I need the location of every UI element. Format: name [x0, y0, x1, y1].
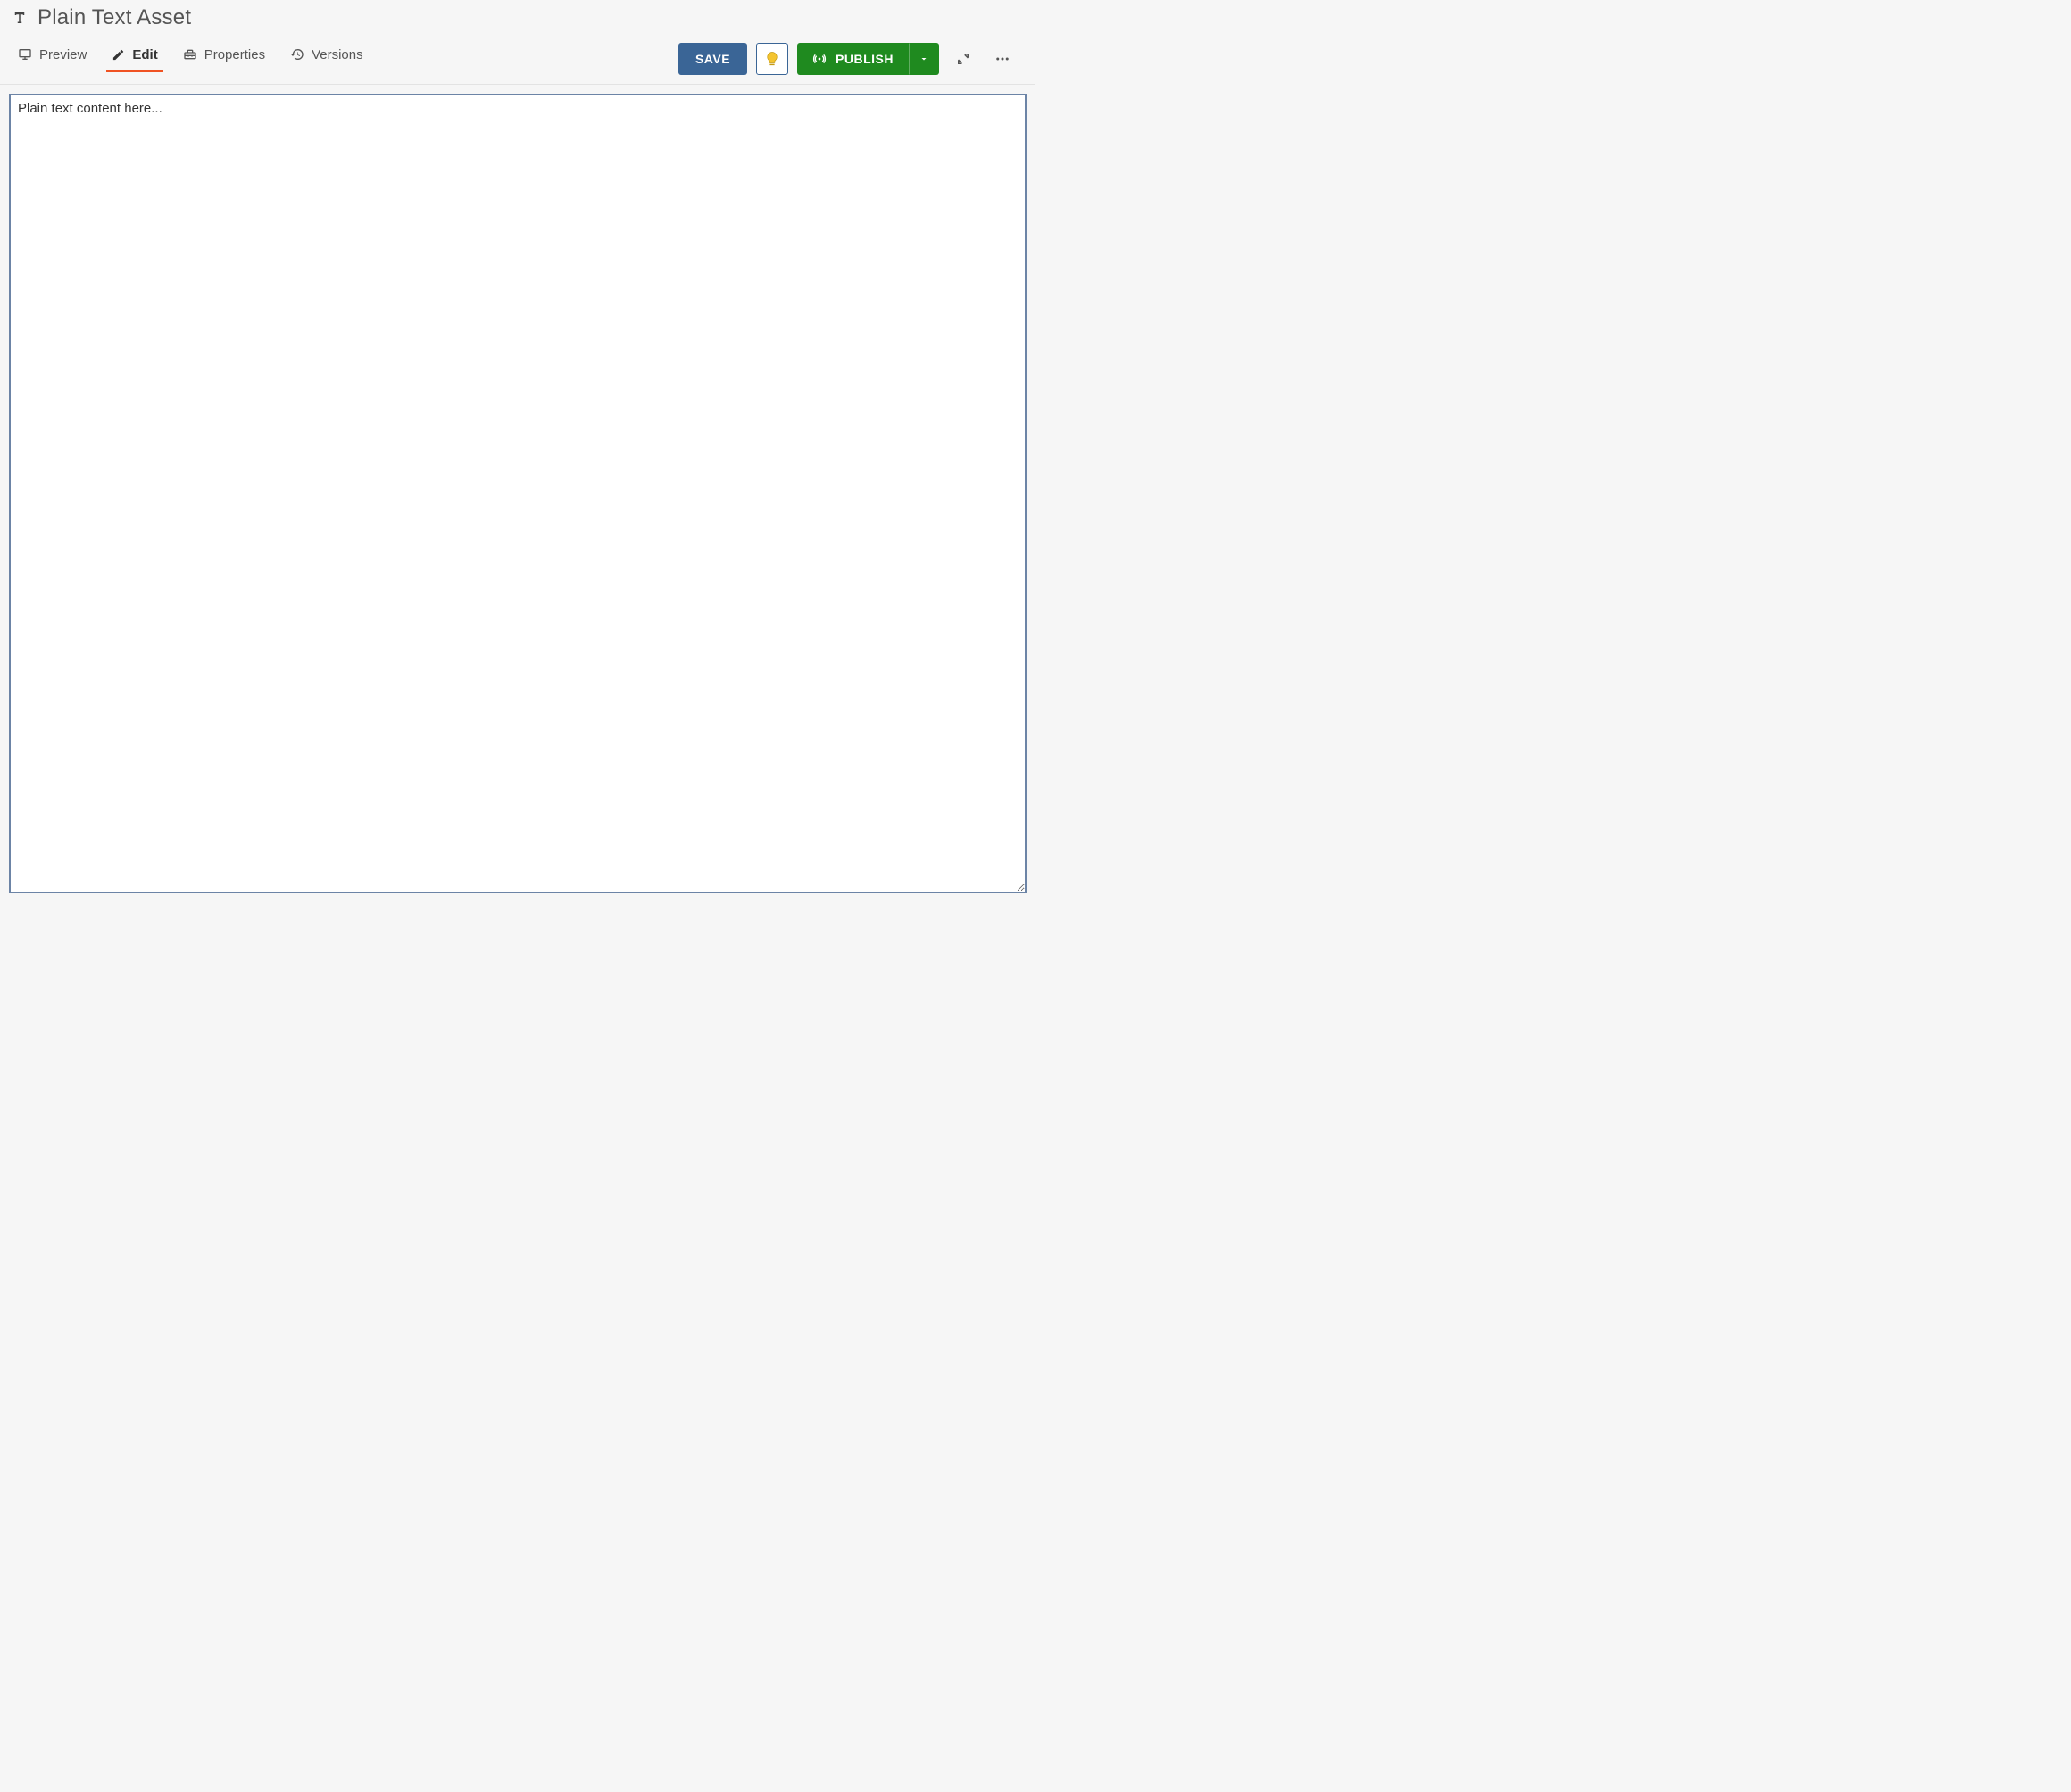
expand-icon — [955, 51, 971, 67]
tab-label: Versions — [312, 47, 363, 62]
chevron-down-icon — [919, 54, 929, 64]
page-title: Plain Text Asset — [37, 5, 191, 30]
publish-button[interactable]: PUBLISH — [797, 43, 909, 75]
monitor-icon — [18, 47, 32, 62]
publish-dropdown-button[interactable] — [909, 43, 939, 75]
toolbar: Preview Edit Properties Versions — [0, 30, 1036, 85]
tab-label: Properties — [204, 47, 265, 62]
lightbulb-icon — [764, 51, 780, 67]
toolbar-actions: SAVE PUBLISH — [678, 43, 1018, 75]
editor-container — [0, 85, 1036, 907]
tab-bar: Preview Edit Properties Versions — [18, 47, 363, 71]
tab-preview[interactable]: Preview — [18, 47, 87, 71]
history-icon — [290, 47, 304, 62]
save-button-label: SAVE — [695, 52, 730, 66]
publish-button-group: PUBLISH — [797, 43, 939, 75]
publish-button-label: PUBLISH — [836, 52, 894, 66]
title-bar: Plain Text Asset — [0, 0, 1036, 30]
text-type-icon — [11, 10, 29, 26]
pencil-icon — [112, 48, 125, 62]
tab-properties[interactable]: Properties — [183, 47, 265, 71]
save-button[interactable]: SAVE — [678, 43, 747, 75]
tab-label: Preview — [39, 47, 87, 62]
plain-text-editor[interactable] — [9, 94, 1027, 893]
app-root: Plain Text Asset Preview Edit Proper — [0, 0, 1036, 896]
more-menu-button[interactable] — [987, 44, 1018, 74]
fullscreen-button[interactable] — [948, 44, 978, 74]
more-horizontal-icon — [994, 51, 1011, 67]
suggestions-button[interactable] — [756, 43, 788, 75]
broadcast-icon — [812, 52, 827, 66]
tab-label: Edit — [132, 47, 157, 62]
tab-versions[interactable]: Versions — [290, 47, 363, 71]
toolbox-icon — [183, 47, 197, 62]
tab-edit[interactable]: Edit — [112, 47, 157, 71]
